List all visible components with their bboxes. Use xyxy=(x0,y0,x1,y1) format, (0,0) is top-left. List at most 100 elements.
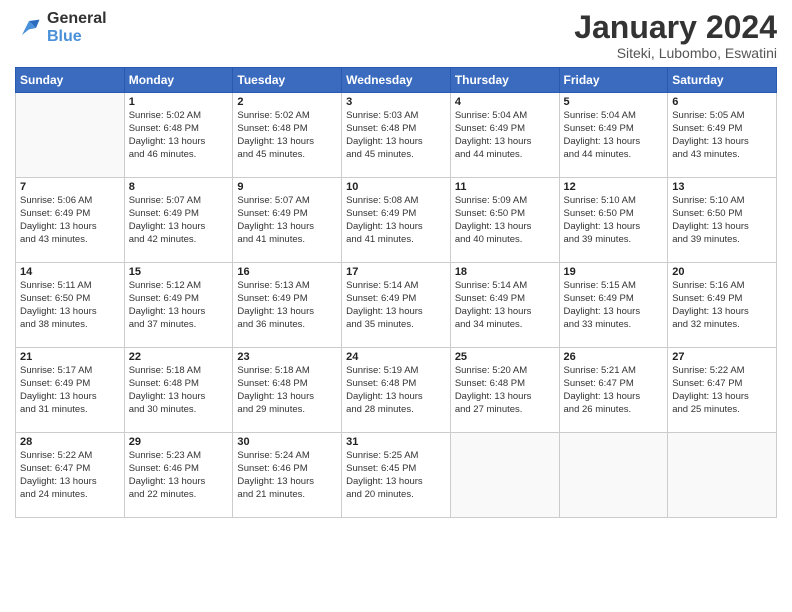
day-number: 23 xyxy=(237,351,337,363)
day-number: 28 xyxy=(20,436,120,448)
day-info: Sunrise: 5:07 AMSunset: 6:49 PMDaylight:… xyxy=(129,195,229,246)
day-info: Sunrise: 5:02 AMSunset: 6:48 PMDaylight:… xyxy=(129,110,229,161)
day-info: Sunrise: 5:22 AMSunset: 6:47 PMDaylight:… xyxy=(20,450,120,501)
calendar-cell xyxy=(559,433,668,518)
day-info: Sunrise: 5:14 AMSunset: 6:49 PMDaylight:… xyxy=(455,280,555,331)
day-number: 3 xyxy=(346,96,446,108)
day-info: Sunrise: 5:11 AMSunset: 6:50 PMDaylight:… xyxy=(20,280,120,331)
day-number: 15 xyxy=(129,266,229,278)
day-info: Sunrise: 5:24 AMSunset: 6:46 PMDaylight:… xyxy=(237,450,337,501)
day-info: Sunrise: 5:03 AMSunset: 6:48 PMDaylight:… xyxy=(346,110,446,161)
day-number: 27 xyxy=(672,351,772,363)
calendar-day-header: Friday xyxy=(559,68,668,93)
day-number: 18 xyxy=(455,266,555,278)
calendar-cell: 14 Sunrise: 5:11 AMSunset: 6:50 PMDayligh… xyxy=(16,263,125,348)
calendar-cell: 1 Sunrise: 5:02 AMSunset: 6:48 PMDaylight… xyxy=(124,93,233,178)
calendar-day-header: Wednesday xyxy=(342,68,451,93)
day-info: Sunrise: 5:10 AMSunset: 6:50 PMDaylight:… xyxy=(564,195,664,246)
day-number: 7 xyxy=(20,181,120,193)
calendar-cell: 15 Sunrise: 5:12 AMSunset: 6:49 PMDayligh… xyxy=(124,263,233,348)
calendar-day-header: Sunday xyxy=(16,68,125,93)
calendar-cell: 17 Sunrise: 5:14 AMSunset: 6:49 PMDayligh… xyxy=(342,263,451,348)
day-number: 21 xyxy=(20,351,120,363)
calendar-cell: 30Sunrise: 5:24 AMSunset: 6:46 PMDayligh… xyxy=(233,433,342,518)
day-number: 26 xyxy=(564,351,664,363)
calendar-cell: 24 Sunrise: 5:19 AMSunset: 6:48 PMDayligh… xyxy=(342,348,451,433)
calendar-cell: 20Sunrise: 5:16 AMSunset: 6:49 PMDayligh… xyxy=(668,263,777,348)
day-info: Sunrise: 5:13 AMSunset: 6:49 PMDaylight:… xyxy=(237,280,337,331)
calendar-week-row: 7 Sunrise: 5:06 AMSunset: 6:49 PMDaylight… xyxy=(16,178,777,263)
calendar-cell: 12 Sunrise: 5:10 AMSunset: 6:50 PMDayligh… xyxy=(559,178,668,263)
logo-text: General Blue xyxy=(47,10,107,46)
calendar-header-row: SundayMondayTuesdayWednesdayThursdayFrid… xyxy=(16,68,777,93)
calendar-cell: 21Sunrise: 5:17 AMSunset: 6:49 PMDayligh… xyxy=(16,348,125,433)
main-title: January 2024 xyxy=(574,10,777,45)
day-info: Sunrise: 5:18 AMSunset: 6:48 PMDaylight:… xyxy=(129,365,229,416)
day-number: 19 xyxy=(564,266,664,278)
day-info: Sunrise: 5:08 AMSunset: 6:49 PMDaylight:… xyxy=(346,195,446,246)
day-info: Sunrise: 5:09 AMSunset: 6:50 PMDaylight:… xyxy=(455,195,555,246)
day-number: 20 xyxy=(672,266,772,278)
day-number: 17 xyxy=(346,266,446,278)
day-info: Sunrise: 5:21 AMSunset: 6:47 PMDaylight:… xyxy=(564,365,664,416)
day-number: 6 xyxy=(672,96,772,108)
calendar-cell: 9 Sunrise: 5:07 AMSunset: 6:49 PMDaylight… xyxy=(233,178,342,263)
day-number: 25 xyxy=(455,351,555,363)
calendar-cell: 25 Sunrise: 5:20 AMSunset: 6:48 PMDayligh… xyxy=(450,348,559,433)
day-info: Sunrise: 5:20 AMSunset: 6:48 PMDaylight:… xyxy=(455,365,555,416)
calendar-cell: 4 Sunrise: 5:04 AMSunset: 6:49 PMDaylight… xyxy=(450,93,559,178)
day-info: Sunrise: 5:14 AMSunset: 6:49 PMDaylight:… xyxy=(346,280,446,331)
day-number: 24 xyxy=(346,351,446,363)
calendar-week-row: 21Sunrise: 5:17 AMSunset: 6:49 PMDayligh… xyxy=(16,348,777,433)
day-number: 11 xyxy=(455,181,555,193)
day-number: 5 xyxy=(564,96,664,108)
day-number: 10 xyxy=(346,181,446,193)
day-info: Sunrise: 5:12 AMSunset: 6:49 PMDaylight:… xyxy=(129,280,229,331)
calendar-cell: 16 Sunrise: 5:13 AMSunset: 6:49 PMDayligh… xyxy=(233,263,342,348)
day-info: Sunrise: 5:10 AMSunset: 6:50 PMDaylight:… xyxy=(672,195,772,246)
calendar-cell: 7 Sunrise: 5:06 AMSunset: 6:49 PMDaylight… xyxy=(16,178,125,263)
day-info: Sunrise: 5:25 AMSunset: 6:45 PMDaylight:… xyxy=(346,450,446,501)
day-number: 14 xyxy=(20,266,120,278)
day-info: Sunrise: 5:02 AMSunset: 6:48 PMDaylight:… xyxy=(237,110,337,161)
calendar-cell: 13 Sunrise: 5:10 AMSunset: 6:50 PMDayligh… xyxy=(668,178,777,263)
calendar-week-row: 14 Sunrise: 5:11 AMSunset: 6:50 PMDayligh… xyxy=(16,263,777,348)
title-block: January 2024 Siteki, Lubombo, Eswatini xyxy=(574,10,777,61)
calendar-cell: 22 Sunrise: 5:18 AMSunset: 6:48 PMDayligh… xyxy=(124,348,233,433)
logo: General Blue xyxy=(15,10,107,46)
calendar-cell xyxy=(668,433,777,518)
header: General Blue January 2024 Siteki, Lubomb… xyxy=(15,10,777,61)
calendar-cell: 29Sunrise: 5:23 AMSunset: 6:46 PMDayligh… xyxy=(124,433,233,518)
calendar-cell: 26 Sunrise: 5:21 AMSunset: 6:47 PMDayligh… xyxy=(559,348,668,433)
calendar-week-row: 28 Sunrise: 5:22 AMSunset: 6:47 PMDayligh… xyxy=(16,433,777,518)
calendar-cell: 27 Sunrise: 5:22 AMSunset: 6:47 PMDayligh… xyxy=(668,348,777,433)
day-info: Sunrise: 5:15 AMSunset: 6:49 PMDaylight:… xyxy=(564,280,664,331)
logo-icon xyxy=(15,14,43,42)
day-number: 31 xyxy=(346,436,446,448)
day-number: 1 xyxy=(129,96,229,108)
day-info: Sunrise: 5:07 AMSunset: 6:49 PMDaylight:… xyxy=(237,195,337,246)
day-info: Sunrise: 5:04 AMSunset: 6:49 PMDaylight:… xyxy=(455,110,555,161)
subtitle: Siteki, Lubombo, Eswatini xyxy=(574,45,777,61)
day-info: Sunrise: 5:19 AMSunset: 6:48 PMDaylight:… xyxy=(346,365,446,416)
calendar-cell: 19 Sunrise: 5:15 AMSunset: 6:49 PMDayligh… xyxy=(559,263,668,348)
calendar-cell: 6Sunrise: 5:05 AMSunset: 6:49 PMDaylight… xyxy=(668,93,777,178)
calendar-cell: 18 Sunrise: 5:14 AMSunset: 6:49 PMDayligh… xyxy=(450,263,559,348)
calendar: SundayMondayTuesdayWednesdayThursdayFrid… xyxy=(15,67,777,518)
day-number: 12 xyxy=(564,181,664,193)
calendar-day-header: Thursday xyxy=(450,68,559,93)
day-info: Sunrise: 5:22 AMSunset: 6:47 PMDaylight:… xyxy=(672,365,772,416)
calendar-cell xyxy=(16,93,125,178)
day-number: 4 xyxy=(455,96,555,108)
calendar-day-header: Monday xyxy=(124,68,233,93)
day-number: 9 xyxy=(237,181,337,193)
day-number: 2 xyxy=(237,96,337,108)
day-number: 16 xyxy=(237,266,337,278)
day-number: 22 xyxy=(129,351,229,363)
day-info: Sunrise: 5:06 AMSunset: 6:49 PMDaylight:… xyxy=(20,195,120,246)
calendar-cell: 31 Sunrise: 5:25 AMSunset: 6:45 PMDayligh… xyxy=(342,433,451,518)
day-info: Sunrise: 5:04 AMSunset: 6:49 PMDaylight:… xyxy=(564,110,664,161)
day-number: 8 xyxy=(129,181,229,193)
day-number: 13 xyxy=(672,181,772,193)
day-info: Sunrise: 5:23 AMSunset: 6:46 PMDaylight:… xyxy=(129,450,229,501)
